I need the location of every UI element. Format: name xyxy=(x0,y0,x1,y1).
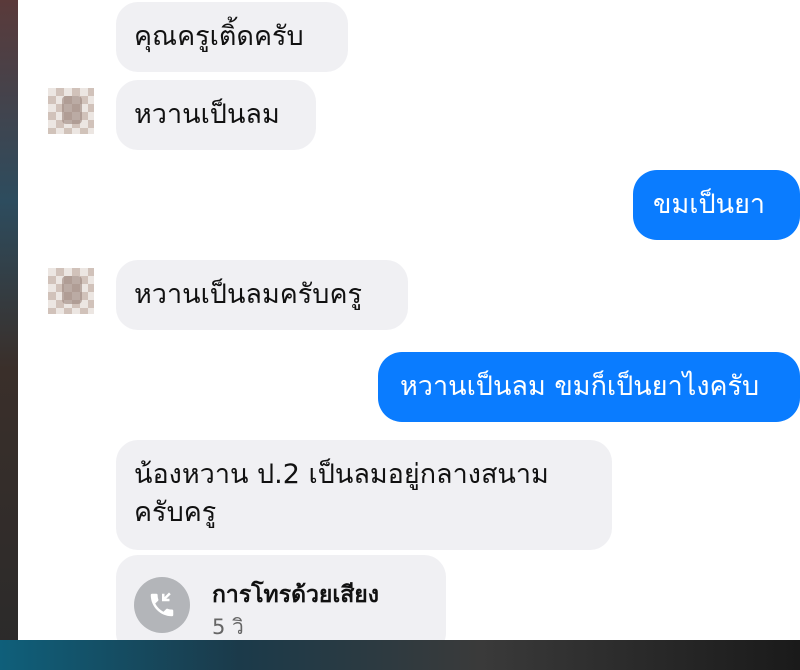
chat-thread[interactable]: คุณครูเติ้ดครับ หวานเป็นลม ขมเป็นยา หวาน… xyxy=(18,0,800,641)
message-text-line: น้องหวาน ป.2 เป็นลมอยู่กลางสนาม xyxy=(134,459,549,490)
voice-call-duration: 5 วิ xyxy=(212,615,244,639)
voice-call-title: การโทรด้วยเสียง xyxy=(212,582,379,608)
message-text-line: ครับครู xyxy=(134,497,217,528)
message-incoming-1[interactable]: คุณครูเติ้ดครับ xyxy=(116,2,348,72)
phone-callback-icon xyxy=(134,577,190,633)
sender-avatar-blurred xyxy=(48,88,94,134)
message-text: คุณครูเติ้ดครับ xyxy=(134,21,304,52)
message-text: หวานเป็นลมครับครู xyxy=(134,279,363,310)
message-text: หวานเป็นลม xyxy=(134,99,280,130)
message-incoming-2[interactable]: หวานเป็นลม xyxy=(116,80,316,150)
message-outgoing-1[interactable]: ขมเป็นยา xyxy=(633,170,800,240)
voice-call-bubble[interactable]: การโทรด้วยเสียง 5 วิ xyxy=(116,555,446,641)
background-photo-bottom xyxy=(0,640,800,670)
sender-avatar-blurred xyxy=(48,268,94,314)
message-text: หวานเป็นลม ขมก็เป็นยาไงครับ xyxy=(400,371,760,402)
message-outgoing-2[interactable]: หวานเป็นลม ขมก็เป็นยาไงครับ xyxy=(378,352,800,422)
message-text: ขมเป็นยา xyxy=(653,189,766,220)
message-incoming-3[interactable]: หวานเป็นลมครับครู xyxy=(116,260,408,330)
message-incoming-4[interactable]: น้องหวาน ป.2 เป็นลมอยู่กลางสนาม ครับครู xyxy=(116,440,612,550)
